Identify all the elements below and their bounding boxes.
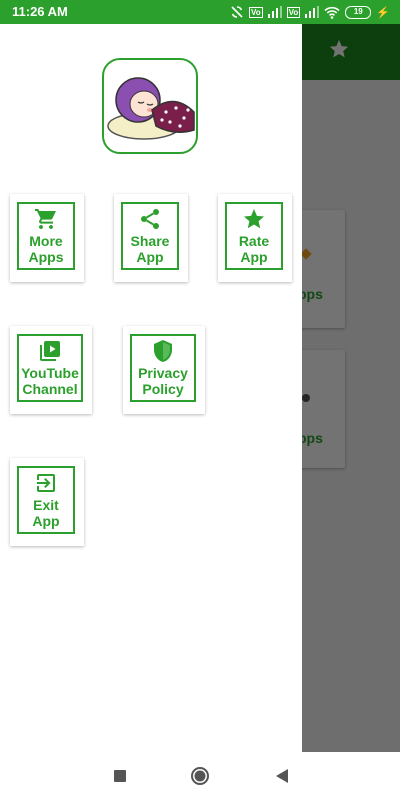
share-icon [141,209,159,229]
wifi-icon [324,6,340,19]
status-time: 11:26 AM [12,4,68,19]
battery-icon: 19 [345,5,372,19]
back-button-icon[interactable] [272,766,292,786]
status-icons: Vo Vo 19 ⚡ [230,3,390,21]
star-icon [244,209,264,229]
youtube-channel-label: YouTube Channel [21,365,79,397]
home-button-icon[interactable] [190,766,210,786]
privacy-policy-button[interactable]: Privacy Policy [123,326,205,414]
sync-off-icon [231,6,243,18]
cart-icon [35,209,56,229]
exit-icon [37,474,55,492]
signal-icon-1 [267,6,282,18]
share-app-button[interactable]: Share App [114,194,188,282]
navigation-drawer: More Apps Share App Rate App YouTube Channel… [0,24,302,752]
signal-icon-2 [305,6,320,18]
app-logo [102,58,198,154]
system-nav-bar [0,752,400,800]
exit-app-button[interactable]: Exit App [10,458,84,546]
youtube-channel-button[interactable]: YouTube Channel [10,326,92,414]
shield-icon [154,340,172,362]
volte-icon-2: Vo [286,6,301,18]
volte-icon: Vo [249,6,263,18]
youtube-icon [40,341,60,361]
sleeping-baby-icon [107,77,195,140]
rate-app-label: Rate App [238,233,270,265]
exit-app-label: Exit App [32,497,60,529]
recents-button-icon[interactable] [110,766,130,786]
rate-app-button[interactable]: Rate App [218,194,292,282]
share-app-label: Share App [130,233,170,265]
privacy-policy-label: Privacy Policy [138,365,188,397]
more-apps-button[interactable]: More Apps [10,194,84,282]
status-bar: 11:26 AM Vo Vo 19 ⚡ [0,0,400,24]
charging-icon: ⚡ [376,6,390,19]
more-apps-label: More Apps [28,233,64,265]
